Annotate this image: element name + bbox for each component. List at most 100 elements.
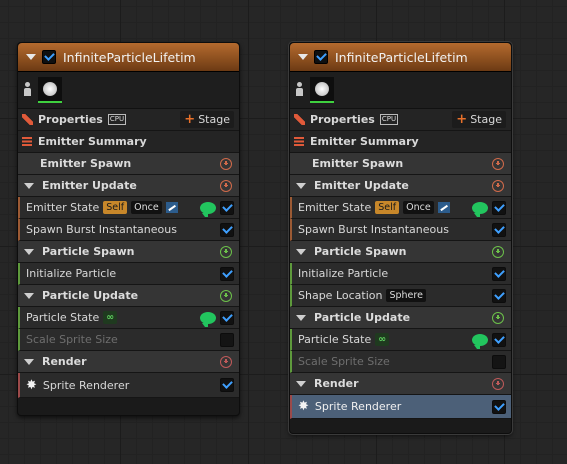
module-sprite-renderer[interactable]: ✸ Sprite Renderer xyxy=(18,373,239,398)
add-renderer-icon[interactable] xyxy=(220,355,232,368)
module-label: Particle State xyxy=(26,311,100,324)
sphere-badge: Sphere xyxy=(386,289,426,302)
collapse-triangle-icon[interactable] xyxy=(296,248,306,255)
emitter-enabled-checkbox[interactable] xyxy=(42,50,56,64)
module-enabled-checkbox[interactable] xyxy=(492,200,506,215)
infinite-badge: ∞ xyxy=(103,311,118,324)
module-scale-sprite-size[interactable]: Scale Sprite Size xyxy=(18,329,239,351)
module-enabled-checkbox[interactable] xyxy=(492,354,506,369)
emitter-summary-label: Emitter Summary xyxy=(38,135,147,148)
module-enabled-checkbox[interactable] xyxy=(220,378,234,392)
node-header[interactable]: InfiniteParticleLifetim xyxy=(290,43,511,72)
collapse-triangle-icon[interactable] xyxy=(298,54,308,60)
section-label: Emitter Update xyxy=(42,179,137,192)
section-render[interactable]: Render xyxy=(290,373,511,395)
pencil-icon xyxy=(22,114,33,125)
module-sprite-renderer[interactable]: ✸ Sprite Renderer xyxy=(290,395,511,419)
section-emitter-spawn[interactable]: Emitter Spawn xyxy=(290,153,511,175)
module-shape-location[interactable]: Shape Location Sphere xyxy=(290,285,511,307)
section-emitter-spawn[interactable]: Emitter Spawn xyxy=(18,153,239,175)
add-module-icon[interactable] xyxy=(492,311,504,324)
module-enabled-checkbox[interactable] xyxy=(492,288,506,303)
once-badge: Once xyxy=(131,201,162,214)
person-icon[interactable] xyxy=(22,82,34,98)
comment-bubble-icon[interactable] xyxy=(472,201,488,217)
cpu-icon: CPU xyxy=(379,114,399,125)
section-render[interactable]: Render xyxy=(18,351,239,373)
add-module-icon[interactable] xyxy=(220,289,232,302)
section-emitter-update[interactable]: Emitter Update xyxy=(18,175,239,197)
module-emitter-state[interactable]: Emitter State Self Once xyxy=(290,197,511,219)
module-label: Particle State xyxy=(298,333,372,346)
module-spawn-burst[interactable]: Spawn Burst Instantaneous xyxy=(18,219,239,241)
section-particle-spawn[interactable]: Particle Spawn xyxy=(18,241,239,263)
module-enabled-checkbox[interactable] xyxy=(492,399,506,414)
collapse-triangle-icon[interactable] xyxy=(26,54,36,60)
emitter-summary-row[interactable]: Emitter Summary xyxy=(290,131,511,153)
collapse-triangle-icon[interactable] xyxy=(296,314,306,321)
module-enabled-checkbox[interactable] xyxy=(220,310,234,325)
collapse-triangle-icon[interactable] xyxy=(24,182,34,189)
person-icon[interactable] xyxy=(294,82,306,98)
stage-label: Stage xyxy=(198,113,230,126)
emitter-summary-row[interactable]: Emitter Summary xyxy=(18,131,239,153)
collapse-triangle-icon[interactable] xyxy=(24,248,34,255)
module-emitter-state[interactable]: Emitter State Self Once xyxy=(18,197,239,219)
section-particle-spawn[interactable]: Particle Spawn xyxy=(290,241,511,263)
section-label: Emitter Spawn xyxy=(312,157,404,170)
add-renderer-icon[interactable] xyxy=(492,377,504,390)
sprite-renderer-icon: ✸ xyxy=(26,377,37,393)
module-spawn-burst[interactable]: Spawn Burst Instantaneous xyxy=(290,219,511,241)
add-module-icon[interactable] xyxy=(492,245,504,258)
module-enabled-checkbox[interactable] xyxy=(492,332,506,347)
module-label: Initialize Particle xyxy=(26,267,117,280)
module-scale-sprite-size[interactable]: Scale Sprite Size xyxy=(290,351,511,373)
module-particle-state[interactable]: Particle State ∞ xyxy=(290,329,511,351)
module-enabled-checkbox[interactable] xyxy=(220,266,234,281)
properties-label: Properties xyxy=(310,113,375,126)
collapse-triangle-icon[interactable] xyxy=(24,358,34,365)
emitter-thumbnail[interactable] xyxy=(310,77,334,103)
self-badge: Self xyxy=(103,201,128,214)
emitter-node-right[interactable]: InfiniteParticleLifetim Properties CPU +… xyxy=(289,42,512,434)
graph-icon xyxy=(165,202,178,213)
add-module-icon[interactable] xyxy=(220,179,232,192)
module-label: Scale Sprite Size xyxy=(26,333,118,346)
add-module-icon[interactable] xyxy=(220,157,232,170)
module-enabled-checkbox[interactable] xyxy=(492,222,506,237)
module-enabled-checkbox[interactable] xyxy=(220,200,234,215)
section-label: Render xyxy=(42,355,87,368)
sprite-renderer-icon: ✸ xyxy=(298,399,309,414)
emitter-node-left[interactable]: InfiniteParticleLifetim Properties CPU +… xyxy=(17,42,240,416)
module-enabled-checkbox[interactable] xyxy=(492,266,506,281)
pencil-icon xyxy=(294,114,305,125)
emitter-thumbnail[interactable] xyxy=(38,77,62,103)
add-stage-button[interactable]: + Stage xyxy=(452,111,506,128)
section-label: Emitter Update xyxy=(314,179,409,192)
collapse-triangle-icon[interactable] xyxy=(24,292,34,299)
comment-bubble-icon[interactable] xyxy=(200,311,216,327)
comment-bubble-icon[interactable] xyxy=(472,333,488,349)
self-badge: Self xyxy=(375,201,400,214)
properties-row[interactable]: Properties CPU + Stage xyxy=(290,109,511,131)
module-label: Sprite Renderer xyxy=(314,400,402,413)
node-header[interactable]: InfiniteParticleLifetim xyxy=(18,43,239,72)
add-module-icon[interactable] xyxy=(492,157,504,170)
emitter-enabled-checkbox[interactable] xyxy=(314,50,328,64)
section-particle-update[interactable]: Particle Update xyxy=(18,285,239,307)
section-emitter-update[interactable]: Emitter Update xyxy=(290,175,511,197)
add-module-icon[interactable] xyxy=(492,179,504,192)
collapse-triangle-icon[interactable] xyxy=(296,182,306,189)
comment-bubble-icon[interactable] xyxy=(200,201,216,217)
properties-row[interactable]: Properties CPU + Stage xyxy=(18,109,239,131)
section-particle-update[interactable]: Particle Update xyxy=(290,307,511,329)
collapse-triangle-icon[interactable] xyxy=(296,380,306,387)
module-initialize-particle[interactable]: Initialize Particle xyxy=(18,263,239,285)
module-initialize-particle[interactable]: Initialize Particle xyxy=(290,263,511,285)
module-label: Shape Location xyxy=(298,289,383,302)
module-enabled-checkbox[interactable] xyxy=(220,332,234,347)
module-particle-state[interactable]: Particle State ∞ xyxy=(18,307,239,329)
module-enabled-checkbox[interactable] xyxy=(220,222,234,237)
add-module-icon[interactable] xyxy=(220,245,232,258)
add-stage-button[interactable]: + Stage xyxy=(180,111,234,128)
